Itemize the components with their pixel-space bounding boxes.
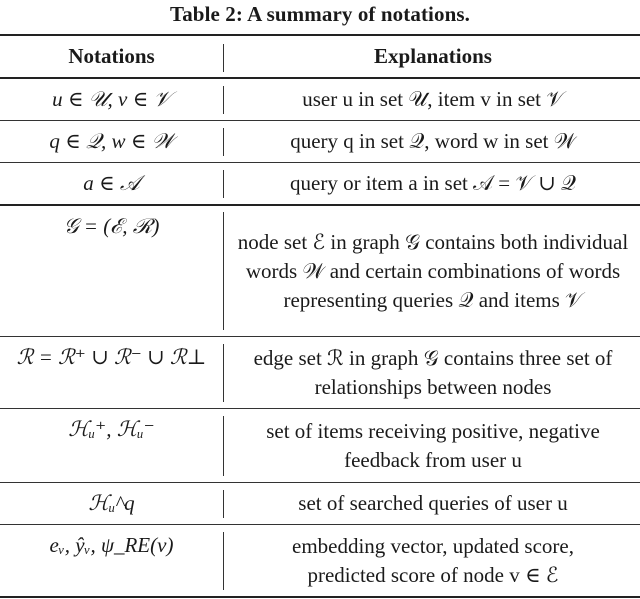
explanation-cell: set of searched queries of user u — [298, 491, 568, 515]
explanation-cell: query q in set 𝒬, word w in set 𝒲 — [290, 129, 576, 153]
notation-cell: eᵥ, ŷᵥ, ψ_RE(v) — [49, 533, 174, 557]
column-divider — [223, 170, 225, 198]
explanation-cell: edge set ℛ in graph 𝒢 contains three set… — [253, 345, 613, 399]
explanation-cell: user u in set 𝒰, item v in set 𝒱 — [302, 87, 564, 111]
bottom-rule — [0, 596, 640, 598]
column-divider — [223, 490, 225, 518]
explanation-cell: query or item a in set 𝒜 = 𝒱 ∪ 𝒬 — [290, 171, 576, 195]
notation-cell: ℋᵤ⁺, ℋᵤ⁻ — [68, 417, 155, 441]
notation-cell: 𝒢 = (ℰ, ℛ) — [63, 214, 160, 238]
explanation-cell: set of items receiving positive, negativ… — [266, 418, 600, 472]
column-divider — [223, 416, 225, 476]
explanation-cell: node set ℰ in graph 𝒢 contains both indi… — [237, 229, 629, 312]
header-notations: Notations — [68, 44, 155, 68]
notation-cell: a ∈ 𝒜 — [83, 171, 140, 195]
column-divider — [223, 212, 225, 330]
explanation-cell: embedding vector, updated score, predict… — [292, 533, 574, 587]
notation-cell: u ∈ 𝒰, v ∈ 𝒱 — [52, 87, 171, 111]
table-caption: Table 2: A summary of notations. — [170, 2, 470, 26]
column-divider — [223, 344, 225, 402]
column-divider — [223, 44, 225, 72]
column-divider — [223, 532, 225, 590]
column-divider — [223, 128, 225, 156]
notation-cell: ℋᵤ^q — [88, 491, 135, 515]
header-explanations: Explanations — [374, 44, 492, 68]
notation-cell: q ∈ 𝒬, w ∈ 𝒲 — [49, 129, 174, 153]
column-divider — [223, 86, 225, 114]
notation-cell: ℛ = ℛ⁺ ∪ ℛ⁻ ∪ ℛ⊥ — [16, 345, 207, 369]
